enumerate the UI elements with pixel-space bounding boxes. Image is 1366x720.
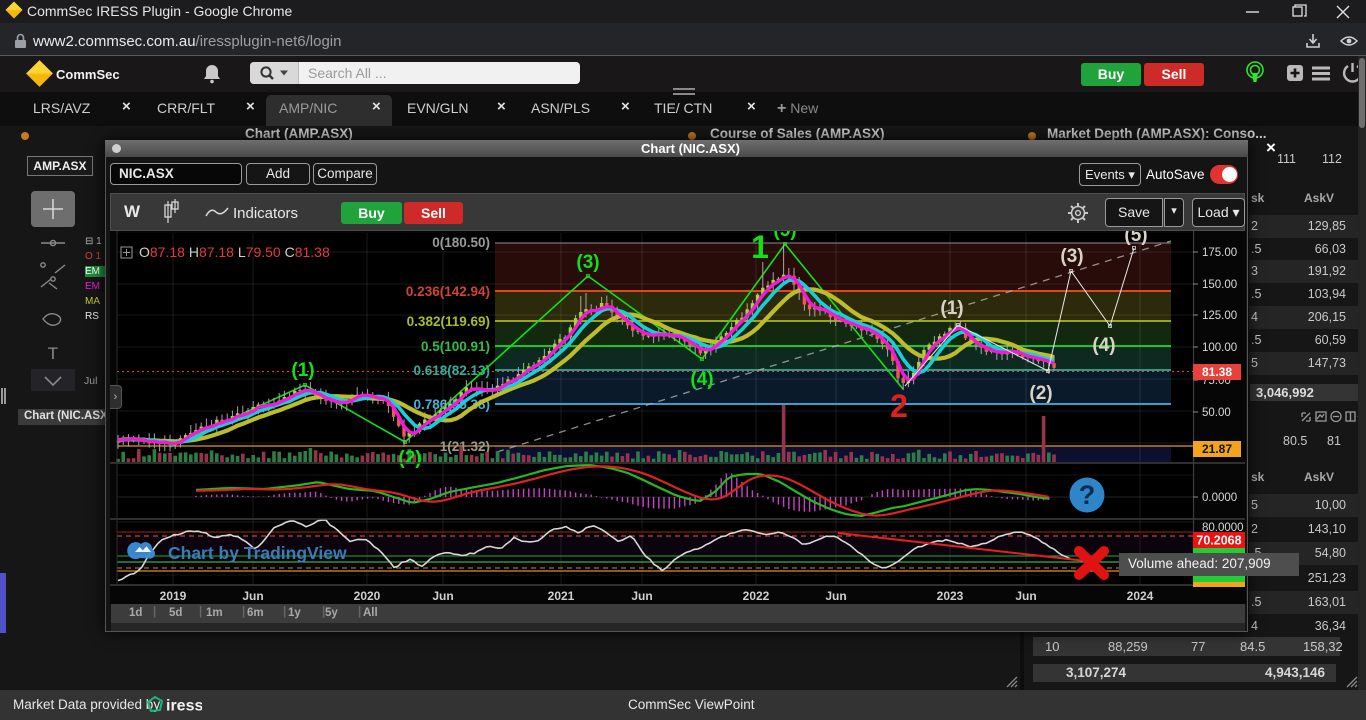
svg-text:(4): (4) bbox=[1092, 335, 1115, 356]
svg-text:O87.18 H87.18 L79.50 C81.38: O87.18 H87.18 L79.50 C81.38 bbox=[139, 244, 330, 260]
svg-text:Jun: Jun bbox=[242, 589, 263, 603]
svg-text:(2): (2) bbox=[1029, 383, 1052, 404]
svg-text:50.00: 50.00 bbox=[1202, 407, 1231, 419]
svg-text:1: 1 bbox=[751, 231, 769, 265]
svg-text:(5): (5) bbox=[1124, 231, 1147, 246]
svg-text:2: 2 bbox=[890, 388, 908, 424]
svg-text:175.00: 175.00 bbox=[1202, 247, 1237, 259]
svg-text:70.2068: 70.2068 bbox=[1196, 534, 1241, 548]
svg-text:0.382(119.69): 0.382(119.69) bbox=[407, 314, 490, 329]
svg-text:2024: 2024 bbox=[1127, 589, 1154, 603]
svg-text:2020: 2020 bbox=[354, 589, 381, 603]
svg-text:100.00: 100.00 bbox=[1202, 342, 1237, 354]
svg-text:2019: 2019 bbox=[160, 589, 187, 603]
svg-text:2021: 2021 bbox=[548, 589, 575, 603]
svg-text:125.00: 125.00 bbox=[1202, 310, 1237, 322]
svg-text:Chart by TradingView: Chart by TradingView bbox=[168, 543, 347, 563]
svg-text:(3): (3) bbox=[1060, 246, 1083, 267]
svg-text:iress: iress bbox=[166, 698, 202, 715]
svg-text:Jun: Jun bbox=[631, 589, 652, 603]
svg-text:81.38: 81.38 bbox=[1202, 365, 1232, 379]
svg-text:1(21.32): 1(21.32) bbox=[440, 439, 490, 454]
svg-text:(1): (1) bbox=[940, 298, 963, 319]
svg-text:(3): (3) bbox=[576, 252, 599, 273]
svg-text:(1): (1) bbox=[291, 360, 314, 381]
svg-text:Jun: Jun bbox=[1015, 589, 1036, 603]
svg-text:T: T bbox=[48, 344, 58, 363]
svg-text:2022: 2022 bbox=[743, 589, 770, 603]
svg-text:(5): (5) bbox=[773, 231, 796, 241]
svg-text:?: ? bbox=[1079, 480, 1096, 510]
svg-text:(2): (2) bbox=[398, 448, 421, 469]
svg-text:Jun: Jun bbox=[825, 589, 846, 603]
svg-text:(4): (4) bbox=[690, 369, 713, 390]
svg-text:0.5(100.91): 0.5(100.91) bbox=[421, 339, 490, 354]
svg-text:0.236(142.94): 0.236(142.94) bbox=[406, 284, 490, 299]
svg-text:2023: 2023 bbox=[937, 589, 964, 603]
svg-text:0(180.50): 0(180.50) bbox=[432, 235, 490, 250]
svg-text:21.87: 21.87 bbox=[1202, 442, 1232, 456]
svg-text:150.00: 150.00 bbox=[1202, 279, 1237, 291]
svg-text:0.0000: 0.0000 bbox=[1202, 492, 1237, 504]
svg-text:Jun: Jun bbox=[432, 589, 453, 603]
